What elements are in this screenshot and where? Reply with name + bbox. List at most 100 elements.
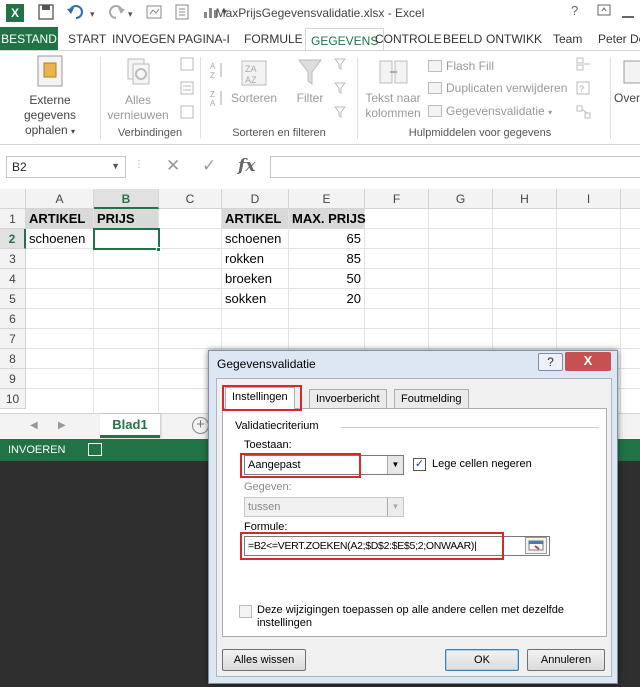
select-all-corner[interactable]	[0, 189, 26, 209]
row-header-4[interactable]: 4	[0, 269, 26, 289]
help-button[interactable]: ?	[571, 3, 578, 18]
what-if-analysis-icon[interactable]: ?	[576, 81, 592, 98]
insert-function-icon[interactable]: fx	[238, 156, 255, 176]
cancel-entry-icon[interactable]: ✕	[166, 156, 180, 176]
sheet-prev-icon[interactable]: ◀	[30, 420, 38, 431]
remove-duplicates-button[interactable]: Duplicaten verwijderen	[428, 81, 567, 95]
macro-recording-icon[interactable]	[88, 443, 102, 456]
tab-formules[interactable]: FORMULE	[239, 27, 308, 51]
cell-a2[interactable]: schoenen	[26, 229, 93, 249]
sort-za-icon[interactable]: ZA	[210, 89, 226, 110]
formula-input[interactable]	[270, 156, 640, 178]
cancel-button[interactable]: Annuleren	[527, 649, 605, 671]
confirm-entry-icon[interactable]: ✓	[202, 156, 216, 176]
relationships-icon[interactable]	[576, 105, 592, 122]
cell-e2[interactable]: 65	[289, 229, 364, 249]
sort-button[interactable]: ZA AZ Sorteren	[228, 59, 280, 106]
svg-text:AZ: AZ	[245, 75, 257, 85]
text-to-columns-button[interactable]: Tekst naar kolommen	[360, 59, 426, 121]
cell-d4[interactable]: broeken	[222, 269, 288, 289]
ok-button[interactable]: OK	[445, 649, 519, 671]
group-verbindingen: Verbindingen	[117, 127, 183, 139]
cell-e4[interactable]: 50	[289, 269, 364, 289]
cell-d5[interactable]: sokken	[222, 289, 288, 309]
reapply-filter-icon[interactable]	[333, 81, 348, 98]
clear-filter-icon[interactable]	[333, 57, 348, 74]
name-box-dropdown-icon[interactable]: ▼	[111, 161, 120, 171]
refresh-all-button[interactable]: Alles vernieuwen	[102, 57, 174, 123]
flash-fill-button[interactable]: Flash Fill	[428, 59, 494, 73]
row-header-7[interactable]: 7	[0, 329, 26, 349]
row-header-6[interactable]: 6	[0, 309, 26, 329]
formula-controls: ✕ ✓ fx	[140, 156, 640, 178]
outline-button[interactable]: Over	[614, 57, 640, 106]
external-data-button[interactable]: Externe gegevens ophalen ▾	[2, 55, 98, 139]
collapse-dialog-button[interactable]	[525, 537, 547, 554]
consolidate-icon[interactable]	[576, 57, 592, 74]
data-validation-dropdown-icon: ▾	[548, 108, 553, 117]
ribbon-display-options-icon[interactable]	[597, 3, 611, 20]
advanced-filter-icon[interactable]	[333, 105, 348, 122]
filter-button[interactable]: Filter	[288, 57, 332, 106]
column-header-c[interactable]: C	[159, 189, 222, 209]
row-header-8[interactable]: 8	[0, 349, 26, 369]
tab-team[interactable]: Team	[548, 27, 587, 51]
filter-icon	[298, 59, 322, 85]
tab-controleren[interactable]: CONTROLE	[370, 27, 447, 51]
cell-d3[interactable]: rokken	[222, 249, 288, 269]
properties-icon[interactable]	[180, 81, 194, 98]
column-header-j[interactable]	[621, 189, 640, 209]
column-header-f[interactable]: F	[365, 189, 429, 209]
sort-az-icon[interactable]: AZ	[210, 61, 226, 82]
sheet-next-icon[interactable]: ▶	[58, 420, 66, 431]
cell-b2-selected[interactable]	[93, 228, 160, 250]
user-account[interactable]: Peter De	[593, 27, 640, 51]
minimize-icon[interactable]	[622, 8, 634, 23]
column-header-e[interactable]: E	[289, 189, 365, 209]
cell-e5[interactable]: 20	[289, 289, 364, 309]
fill-handle[interactable]	[156, 247, 161, 252]
column-header-b[interactable]: B	[94, 189, 159, 209]
tab-ontwikkelaars[interactable]: ONTWIKK	[481, 27, 547, 51]
range-select-icon	[528, 540, 544, 551]
tab-foutmelding[interactable]: Foutmelding	[394, 389, 469, 408]
cell-a1[interactable]: ARTIKEL	[26, 209, 93, 229]
tab-beeld[interactable]: BEELD	[438, 27, 487, 51]
column-header-h[interactable]: H	[493, 189, 557, 209]
sheet-tab-blad1[interactable]: Blad1	[100, 414, 160, 438]
data-select[interactable]: tussen ▼	[244, 497, 404, 517]
connections-icon[interactable]	[180, 57, 194, 74]
cell-b1[interactable]: PRIJS	[94, 209, 158, 229]
column-header-d[interactable]: D	[222, 189, 289, 209]
dialog-help-button[interactable]: ?	[538, 353, 563, 371]
dialog-close-button[interactable]: X	[565, 352, 611, 371]
tab-pagina-indeling[interactable]: PAGINA-I	[173, 27, 235, 51]
cell-d2[interactable]: schoenen	[222, 229, 288, 249]
cell-e3[interactable]: 85	[289, 249, 364, 269]
cell-e1[interactable]: MAX. PRIJS	[289, 209, 366, 229]
edit-links-icon[interactable]	[180, 105, 194, 122]
ignore-blank-checkbox[interactable]: ✓	[413, 458, 426, 471]
clear-all-button[interactable]: Alles wissen	[222, 649, 306, 671]
apply-all-checkbox[interactable]	[239, 605, 252, 618]
row-header-5[interactable]: 5	[0, 289, 26, 309]
apply-all-label: Deze wijzigingen toepassen op alle ander…	[257, 604, 564, 629]
tab-invoerbericht[interactable]: Invoerbericht	[309, 389, 387, 408]
row-header-1[interactable]: 1	[0, 209, 26, 229]
group-sorteren-filteren: Sorteren en filteren	[232, 127, 326, 139]
add-sheet-icon[interactable]: +	[192, 417, 209, 434]
column-header-a[interactable]: A	[26, 189, 94, 209]
tab-invoegen[interactable]: INVOEGEN	[107, 27, 180, 51]
column-header-g[interactable]: G	[429, 189, 493, 209]
row-header-9[interactable]: 9	[0, 369, 26, 389]
row-header-2[interactable]: 2	[0, 229, 26, 249]
row-header-10[interactable]: 10	[0, 389, 26, 409]
row-header-3[interactable]: 3	[0, 249, 26, 269]
cell-d1[interactable]: ARTIKEL	[222, 209, 288, 229]
tab-bestand[interactable]: BESTAND	[0, 27, 58, 51]
data-validation-button[interactable]: Gegevensvalidatie ▾	[428, 104, 552, 118]
allow-dropdown-icon[interactable]: ▼	[387, 456, 403, 474]
tab-start[interactable]: START	[63, 27, 111, 51]
name-box[interactable]: B2 ▼	[6, 156, 126, 178]
column-header-i[interactable]: I	[557, 189, 621, 209]
